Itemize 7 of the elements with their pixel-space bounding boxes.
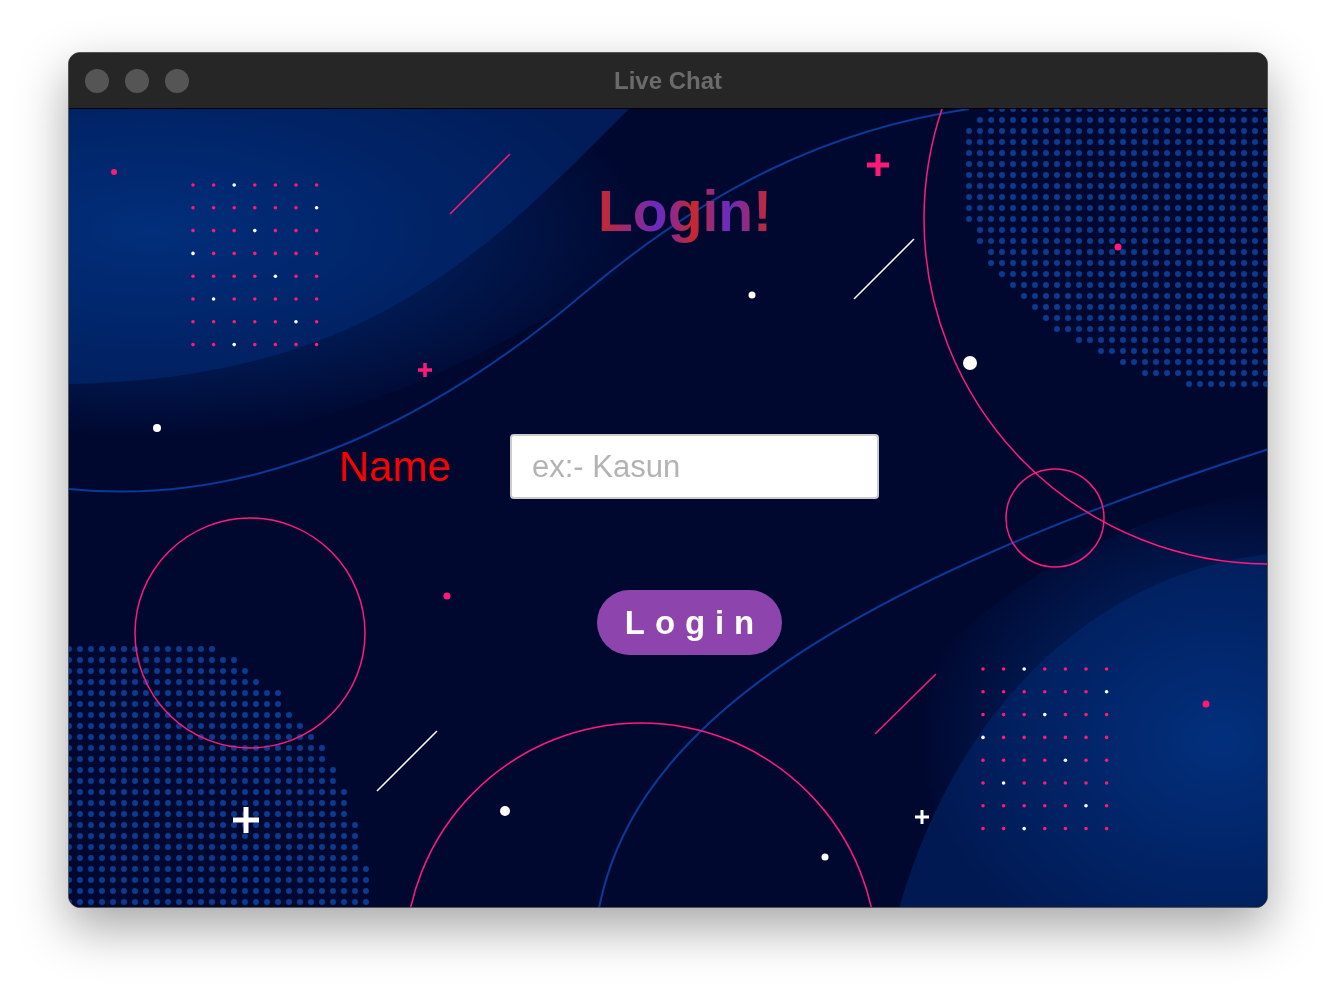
login-button[interactable]: Login (597, 590, 782, 655)
window-title: Live Chat (614, 65, 722, 96)
zoom-button[interactable] (165, 68, 189, 93)
name-label: Name (339, 442, 453, 492)
name-input-field[interactable]: ex:- Kasun (510, 434, 879, 499)
minimize-button[interactable] (125, 68, 149, 93)
close-button[interactable] (85, 68, 109, 93)
